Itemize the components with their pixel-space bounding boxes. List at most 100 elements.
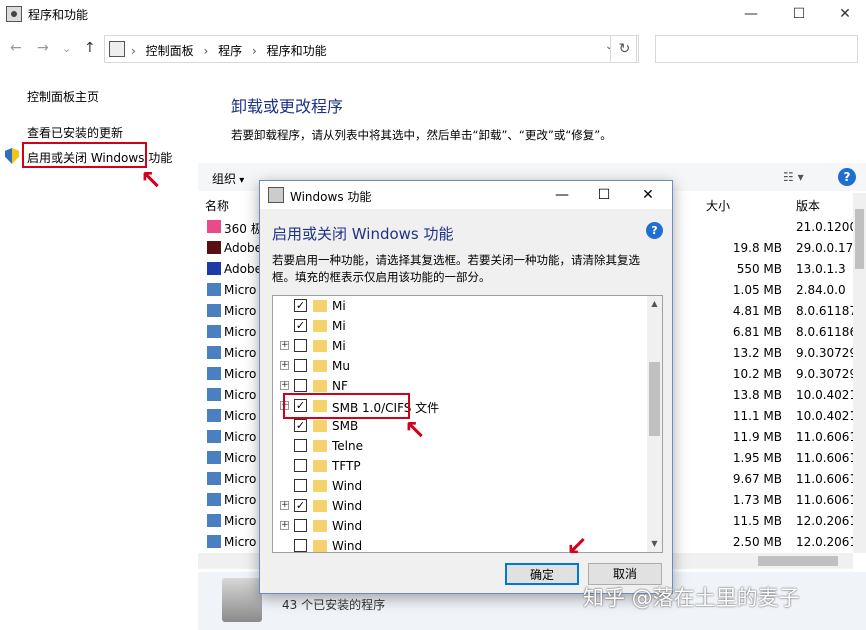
recent-locations-icon[interactable]: ⌄ [62, 42, 71, 55]
forward-button[interactable]: → [37, 40, 49, 56]
column-header-version[interactable]: 版本 [796, 197, 820, 214]
program-name: Micro [224, 388, 257, 402]
feature-checkbox[interactable]: ✓ [294, 319, 307, 332]
address-bar[interactable]: › 控制面板 › 程序 › 程序和功能 ⌄ [104, 35, 637, 63]
organize-button[interactable]: 组织 [212, 170, 244, 187]
program-size: 1.05 MB [732, 283, 782, 297]
dialog-title-bar: Windows 功能 — ☐ ✕ [260, 181, 672, 209]
program-version: 12.0.2061 [796, 514, 858, 528]
expand-icon[interactable]: + [280, 381, 289, 390]
program-size: 1.95 MB [732, 451, 782, 465]
feature-label: NF [332, 379, 348, 393]
expand-icon[interactable]: + [280, 341, 289, 350]
breadcrumb-separator: › [203, 44, 209, 58]
column-header-name[interactable]: 名称 [205, 197, 229, 214]
sidebar-item-view-installed-updates[interactable]: 查看已安装的更新 [27, 124, 123, 141]
installed-count: 43 个已安装的程序 [282, 598, 386, 612]
feature-item[interactable]: + Mi [273, 336, 648, 356]
windows-features-dialog: Windows 功能 — ☐ ✕ 启用或关闭 Windows 功能 ? 若要启用… [259, 180, 673, 594]
feature-checkbox[interactable] [294, 379, 307, 392]
feature-item[interactable]: ✓ Mi [273, 296, 648, 316]
close-button[interactable]: ✕ [822, 0, 866, 28]
feature-label: Wind [332, 479, 363, 493]
vertical-scrollbar[interactable] [853, 193, 866, 553]
program-icon [207, 325, 221, 338]
program-name: Micro [224, 409, 257, 423]
highlight-box [283, 393, 410, 419]
folder-icon [313, 520, 327, 532]
up-button[interactable]: ↑ [84, 40, 96, 56]
ok-button[interactable]: 确定 [505, 563, 579, 585]
scrollbar-thumb[interactable] [649, 362, 660, 436]
highlight-box [22, 142, 147, 168]
scroll-down-icon[interactable]: ▼ [647, 537, 662, 551]
view-options-icon[interactable]: ☷ ▾ [783, 170, 804, 184]
scroll-up-icon[interactable]: ▲ [647, 297, 662, 311]
program-version: 10.0.4021 [796, 388, 858, 402]
feature-checkbox[interactable] [294, 539, 307, 552]
folder-icon [313, 540, 327, 552]
program-icon [207, 430, 221, 443]
program-size: 550 MB [736, 262, 782, 276]
breadcrumb-programs-and-features[interactable]: 程序和功能 [267, 44, 327, 58]
annotation-arrow: ↖ [140, 166, 162, 196]
program-version: 11.0.6061 [796, 493, 858, 507]
maximize-button[interactable]: ☐ [776, 0, 822, 28]
feature-checkbox[interactable]: ✓ [294, 419, 307, 432]
feature-label: Wind [332, 519, 363, 533]
search-input[interactable] [655, 35, 858, 63]
feature-checkbox[interactable]: ✓ [294, 299, 307, 312]
program-version: 29.0.0.171 [796, 241, 861, 255]
feature-item[interactable]: TFTP [273, 456, 648, 476]
dialog-close-button[interactable]: ✕ [626, 181, 670, 209]
expand-icon[interactable]: + [280, 361, 289, 370]
program-size: 11.5 MB [732, 514, 782, 528]
feature-checkbox[interactable] [294, 439, 307, 452]
back-button[interactable]: ← [10, 40, 22, 56]
program-version: 8.0.61186 [796, 325, 858, 339]
scrollbar-thumb[interactable] [758, 556, 838, 566]
refresh-button[interactable]: ↻ [610, 35, 639, 63]
program-version: 10.0.4021 [796, 409, 858, 423]
breadcrumb-control-panel[interactable]: 控制面板 [146, 44, 194, 58]
expand-icon[interactable]: + [280, 521, 289, 530]
page-title: 卸载或更改程序 [231, 97, 344, 116]
tree-scrollbar[interactable]: ▲ ▼ [647, 296, 662, 552]
checkmark-icon: ✓ [295, 499, 306, 512]
program-version: 11.0.6061 [796, 430, 858, 444]
feature-item[interactable]: + ✓ Wind [273, 496, 648, 516]
feature-checkbox[interactable] [294, 519, 307, 532]
feature-item[interactable]: Telne [273, 436, 648, 456]
feature-label: Telne [332, 439, 363, 453]
expand-icon[interactable]: + [280, 501, 289, 510]
feature-checkbox[interactable] [294, 479, 307, 492]
program-size: 11.1 MB [732, 409, 782, 423]
folder-icon [313, 320, 327, 332]
feature-item[interactable]: + Mu [273, 356, 648, 376]
feature-checkbox[interactable]: ✓ [294, 499, 307, 512]
breadcrumb: › 控制面板 › 程序 › 程序和功能 [131, 42, 333, 59]
feature-item[interactable]: Wind [273, 536, 648, 552]
program-name: Micro [224, 535, 257, 549]
breadcrumb-programs[interactable]: 程序 [218, 44, 242, 58]
program-icon [207, 283, 221, 296]
help-icon[interactable]: ? [646, 222, 663, 239]
feature-checkbox[interactable] [294, 339, 307, 352]
column-header-size[interactable]: 大小 [706, 197, 730, 214]
folder-icon [313, 380, 327, 392]
program-size: 10.2 MB [732, 367, 782, 381]
dialog-minimize-button[interactable]: — [540, 181, 584, 209]
scrollbar-thumb[interactable] [855, 209, 864, 269]
help-icon[interactable]: ? [838, 168, 856, 186]
feature-checkbox[interactable] [294, 459, 307, 472]
breadcrumb-separator: › [131, 44, 136, 58]
feature-item[interactable]: + Wind [273, 516, 648, 536]
sidebar-item-control-panel-home[interactable]: 控制面板主页 [27, 88, 99, 105]
program-size: 9.67 MB [732, 472, 782, 486]
minimize-button[interactable]: — [728, 0, 774, 28]
feature-item[interactable]: Wind [273, 476, 648, 496]
feature-item[interactable]: ✓ Mi [273, 316, 648, 336]
feature-checkbox[interactable] [294, 359, 307, 372]
dialog-maximize-button[interactable]: ☐ [582, 181, 626, 209]
feature-item[interactable]: ✓ SMB [273, 416, 648, 436]
